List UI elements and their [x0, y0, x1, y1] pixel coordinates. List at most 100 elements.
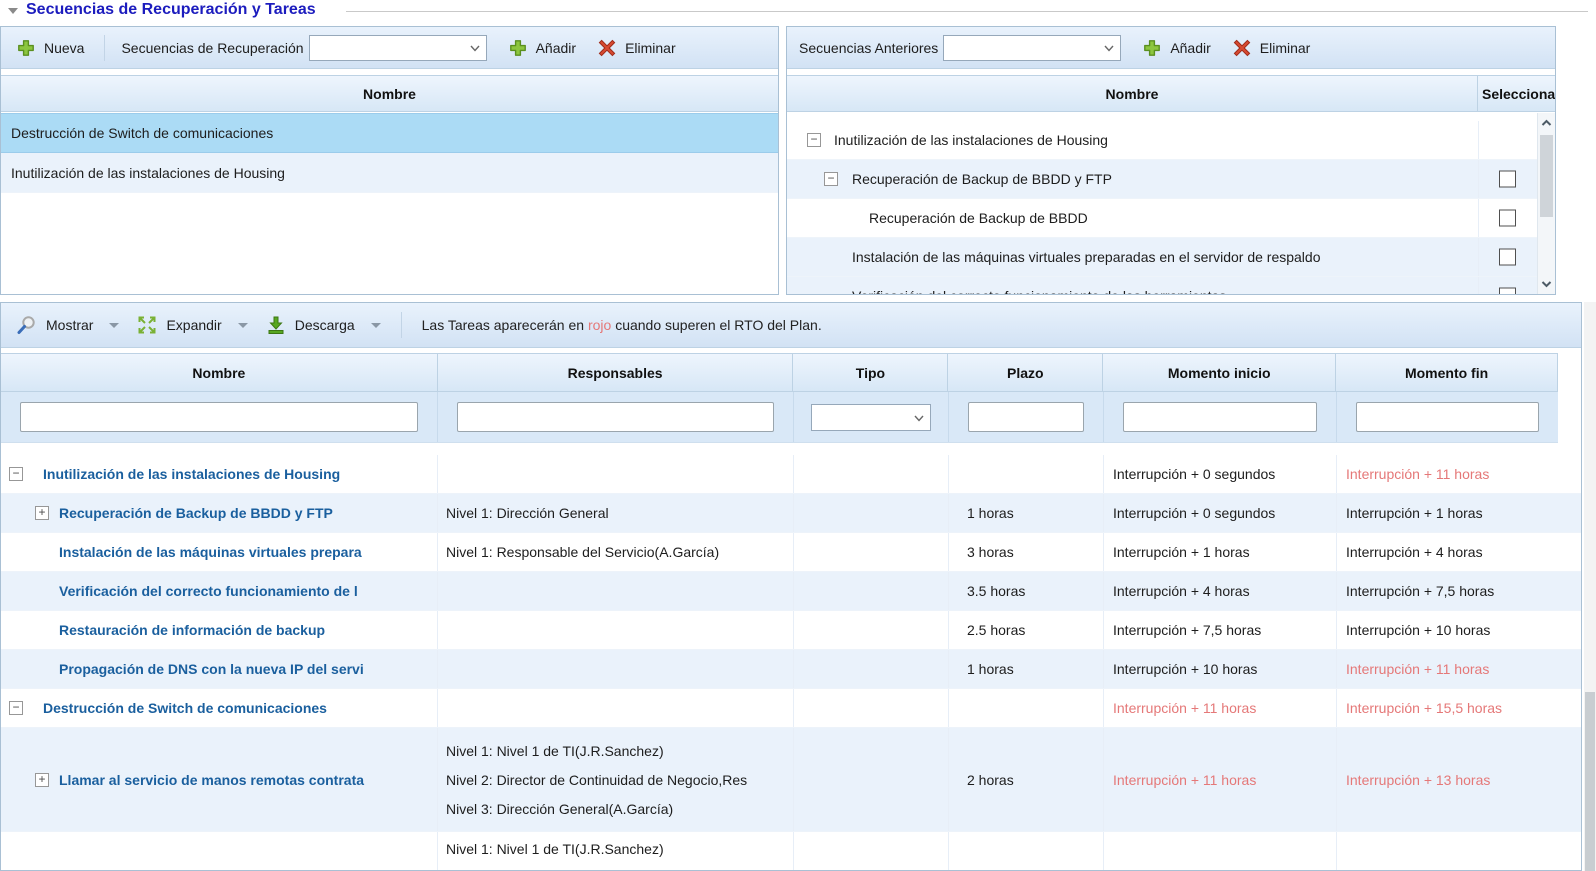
tree-expand-icon[interactable]: +: [35, 773, 49, 787]
tree-collapse-icon[interactable]: −: [9, 467, 23, 481]
momento-inicio-filter-input[interactable]: [1123, 402, 1317, 432]
momento-inicio-cell: [1104, 832, 1337, 870]
dropdown-arrow-icon: [238, 323, 248, 328]
delete-sequence-button[interactable]: Eliminar: [598, 39, 676, 57]
responsible-text: Nivel 2: Director de Continuidad de Nego…: [446, 772, 747, 788]
tree-collapse-icon[interactable]: −: [824, 172, 838, 186]
column-header-momento-inicio[interactable]: Momento inicio: [1103, 354, 1336, 391]
task-name[interactable]: Destrucción de Switch de comunicaciones: [1, 700, 437, 716]
previous-panel-scrollbar[interactable]: [1537, 113, 1555, 294]
responsables-cell: [438, 611, 794, 649]
delete-previous-label: Eliminar: [1260, 40, 1311, 56]
task-name[interactable]: Instalación de las máquinas virtuales pr…: [1, 544, 437, 560]
task-row[interactable]: −Destrucción de Switch de comunicaciones…: [1, 689, 1581, 728]
previous-toolbar: Secuencias Anteriores Añadir Eliminar: [787, 27, 1555, 69]
column-header-tipo[interactable]: Tipo: [793, 354, 948, 391]
task-row[interactable]: Instalación de las máquinas virtuales pr…: [1, 533, 1581, 572]
task-name[interactable]: Verificación del correcto funcionamiento…: [1, 583, 437, 599]
responsible-text: Nivel 1: Nivel 1 de TI(J.R.Sanchez): [446, 841, 664, 857]
column-header-nombre[interactable]: Nombre: [1, 354, 438, 391]
prev-sequence-name: Recuperación de Backup de BBDD: [869, 210, 1455, 226]
column-header-nombre[interactable]: Nombre: [1, 76, 778, 111]
task-name[interactable]: Inutilización de las instalaciones de Ho…: [1, 466, 437, 482]
momento-fin-cell: Interrupción + 15,5 horas: [1337, 689, 1558, 727]
recovery-sequence-select[interactable]: [309, 35, 487, 61]
column-header-responsables[interactable]: Responsables: [438, 354, 794, 391]
select-checkbox[interactable]: [1499, 210, 1516, 227]
add-sequence-button[interactable]: Añadir: [509, 39, 576, 57]
new-sequence-button[interactable]: Nueva: [17, 39, 84, 57]
header-rule: [346, 11, 1588, 12]
task-row[interactable]: +Llamar al servicio de manos remotas con…: [1, 728, 1581, 832]
task-name-cell: −Inutilización de las instalaciones de H…: [1, 455, 438, 493]
prev-sequence-row[interactable]: Recuperación de Backup de BBDD: [787, 199, 1537, 238]
column-header-seleccionar[interactable]: Seleccionar: [1478, 76, 1555, 111]
momento-inicio-cell: Interrupción + 1 horas: [1104, 533, 1337, 571]
prev-sequence-row[interactable]: −Recuperación de Backup de BBDD y FTP: [787, 160, 1537, 199]
delete-x-icon: [598, 39, 616, 57]
task-row[interactable]: +Recuperación de Backup de BBDD y FTPNiv…: [1, 494, 1581, 533]
previous-sequence-select[interactable]: [943, 35, 1121, 61]
momento-inicio-cell: Interrupción + 0 segundos: [1104, 455, 1337, 493]
tree-collapse-icon[interactable]: −: [9, 701, 23, 715]
add-previous-button[interactable]: Añadir: [1143, 39, 1210, 57]
task-row[interactable]: Propagación de DNS con la nueva IP del s…: [1, 650, 1581, 689]
expand-menu-button[interactable]: Expandir: [137, 315, 247, 335]
momento-fin-cell: Interrupción + 11 horas: [1337, 455, 1558, 493]
responsables-cell: [438, 572, 794, 610]
tree-expand-icon[interactable]: +: [35, 506, 49, 520]
responsible-text: Nivel 1: Responsable del Servicio(A.Garc…: [446, 544, 719, 560]
recovery-combo-group: Secuencias de Recuperación: [121, 35, 486, 61]
task-name-cell: Instalación de las máquinas virtuales pr…: [1, 533, 438, 571]
plazo-cell: 2.5 horas: [949, 611, 1104, 649]
prev-sequence-row[interactable]: Instalación de las máquinas virtuales pr…: [787, 238, 1537, 277]
responsables-filter-input[interactable]: [457, 402, 774, 432]
momento-fin-filter-input[interactable]: [1356, 402, 1539, 432]
prev-sequence-row[interactable]: −Inutilización de las instalaciones de H…: [787, 121, 1537, 160]
task-name[interactable]: Restauración de información de backup: [1, 622, 437, 638]
select-checkbox[interactable]: [1499, 171, 1516, 188]
sequence-row[interactable]: Destrucción de Switch de comunicaciones: [1, 113, 778, 153]
task-name[interactable]: Propagación de DNS con la nueva IP del s…: [1, 661, 437, 677]
momento-fin-cell: Interrupción + 4 horas: [1337, 533, 1558, 571]
previous-combo-label: Secuencias Anteriores: [799, 40, 938, 56]
tipo-filter-select[interactable]: [811, 404, 931, 431]
delete-previous-button[interactable]: Eliminar: [1233, 39, 1311, 57]
task-row[interactable]: −Inutilización de las instalaciones de H…: [1, 455, 1581, 494]
column-header-nombre[interactable]: Nombre: [787, 76, 1478, 111]
momento-inicio-cell: Interrupción + 11 horas: [1104, 689, 1337, 727]
plazo-cell: [949, 832, 1104, 870]
collapse-triangle-icon[interactable]: [8, 8, 18, 14]
scroll-up-icon[interactable]: [1538, 113, 1555, 133]
momento-inicio-cell: Interrupción + 11 horas: [1104, 728, 1337, 831]
show-menu-button[interactable]: Mostrar: [15, 314, 119, 336]
scrollbar-thumb[interactable]: [1540, 135, 1553, 217]
task-name-cell: Restauración de información de backup: [1, 611, 438, 649]
select-checkbox[interactable]: [1499, 288, 1516, 295]
scroll-down-icon[interactable]: [1538, 274, 1555, 294]
sequence-row[interactable]: Inutilización de las instalaciones de Ho…: [1, 153, 778, 193]
task-row[interactable]: Nivel 1: Nivel 1 de TI(J.R.Sanchez): [1, 832, 1581, 870]
task-row[interactable]: Restauración de información de backup 2.5…: [1, 611, 1581, 650]
plazo-filter-input[interactable]: [968, 402, 1084, 432]
prev-sequence-row[interactable]: Verificación del correcto funcionamiento…: [787, 277, 1537, 294]
column-header-plazo[interactable]: Plazo: [948, 354, 1103, 391]
page-scrollbar[interactable]: [1584, 302, 1596, 871]
recovery-sequences-panel: Nueva Secuencias de Recuperación Añadir …: [0, 26, 779, 295]
task-row[interactable]: Verificación del correcto funcionamiento…: [1, 572, 1581, 611]
select-checkbox[interactable]: [1499, 249, 1516, 266]
magnifier-icon: [15, 314, 37, 336]
nombre-filter-input[interactable]: [20, 402, 418, 432]
column-header-momento-fin[interactable]: Momento fin: [1336, 354, 1557, 391]
recovery-combo-label: Secuencias de Recuperación: [121, 40, 303, 56]
dropdown-arrow-icon: [371, 323, 381, 328]
responsables-cell: Nivel 1: Responsable del Servicio(A.Garc…: [438, 533, 794, 571]
task-name[interactable]: Llamar al servicio de manos remotas cont…: [1, 772, 437, 788]
task-name[interactable]: Recuperación de Backup de BBDD y FTP: [1, 505, 437, 521]
tree-collapse-icon[interactable]: −: [807, 133, 821, 147]
download-label: Descarga: [295, 317, 355, 333]
scrollbar-thumb[interactable]: [1585, 692, 1595, 871]
tipo-cell: [794, 832, 949, 870]
previous-rows-container: −Inutilización de las instalaciones de H…: [787, 113, 1537, 294]
download-menu-button[interactable]: Descarga: [266, 315, 381, 335]
